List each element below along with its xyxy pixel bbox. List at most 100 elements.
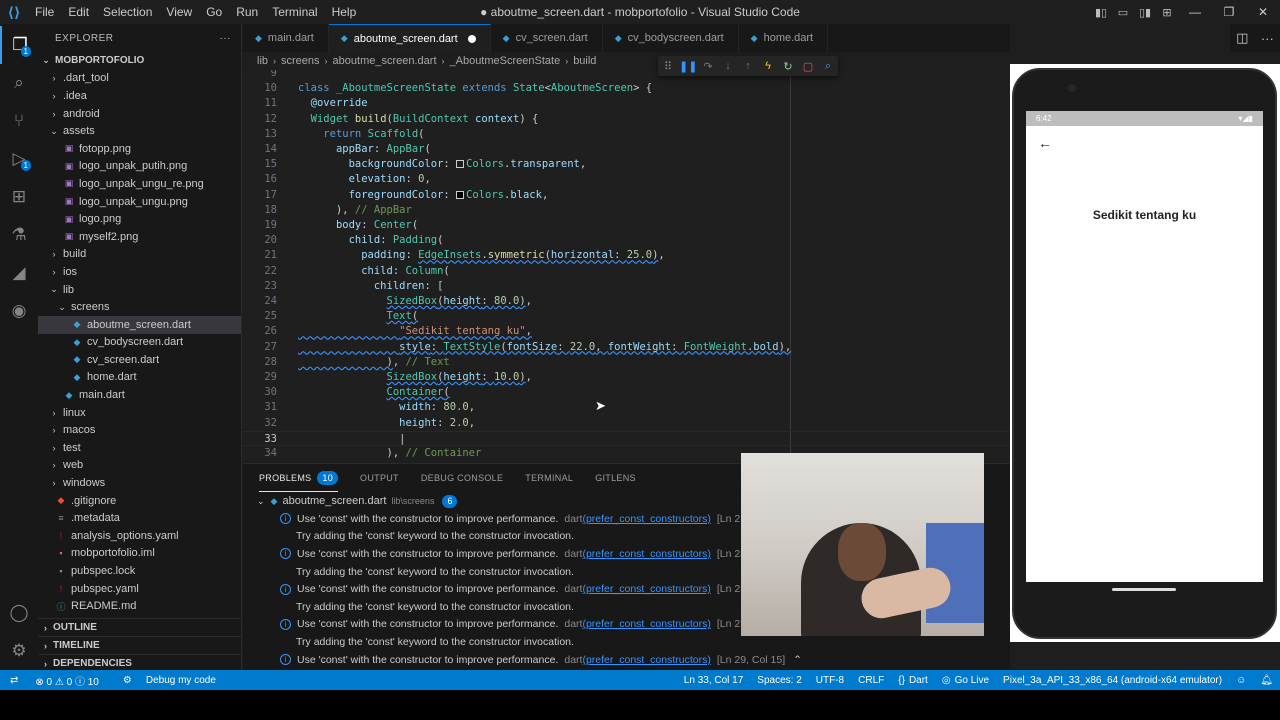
settings-gear-icon[interactable]: ⚙ xyxy=(0,632,38,670)
folder-item[interactable]: › linux xyxy=(38,404,241,422)
menu-edit[interactable]: Edit xyxy=(61,0,96,24)
code-line[interactable]: 31 width: 80.0, xyxy=(243,400,1010,415)
folder-item[interactable]: › ios xyxy=(38,263,241,281)
code-line[interactable]: 15 backgroundColor: Colors.transparent, xyxy=(243,157,1010,172)
file-item[interactable]: ▣ logo_unpak_putih.png xyxy=(38,158,241,176)
minimize-icon[interactable]: — xyxy=(1178,5,1212,19)
language-mode[interactable]: {} Dart xyxy=(891,675,935,686)
problem-code-link[interactable]: (prefer_const_constructors) xyxy=(582,583,710,595)
file-item[interactable]: ▣ logo.png xyxy=(38,210,241,228)
notifications-icon[interactable]: 🔔︎ xyxy=(1253,675,1280,686)
account-icon[interactable]: ◯ xyxy=(0,594,38,632)
outline-section[interactable]: › OUTLINE xyxy=(38,618,242,636)
tab-home-dart[interactable]: ◆ home.dart xyxy=(739,24,829,52)
file-item[interactable]: ◆ .gitignore xyxy=(38,492,241,510)
phone-home-indicator[interactable] xyxy=(1112,588,1176,591)
inspector-icon[interactable]: ⌕ xyxy=(819,60,837,73)
tab-cv-screen-dart[interactable]: ◆ cv_screen.dart xyxy=(491,24,603,52)
folder-item[interactable]: › windows xyxy=(38,474,241,492)
tab-terminal[interactable]: TERMINAL xyxy=(525,464,573,492)
customize-layout-icon[interactable]: ⊞ xyxy=(1156,6,1178,19)
toggle-sidebar-icon[interactable]: ▮▯ xyxy=(1090,6,1112,19)
menu-help[interactable]: Help xyxy=(325,0,364,24)
folder-item[interactable]: › macos xyxy=(38,421,241,439)
file-item[interactable]: ! analysis_options.yaml xyxy=(38,527,241,545)
end-of-line[interactable]: CRLF xyxy=(851,675,891,686)
menu-go[interactable]: Go xyxy=(199,0,229,24)
search-icon[interactable]: ⌕ xyxy=(0,64,38,102)
device-selector[interactable]: Pixel_3a_API_33_x86_64 (android-x64 emul… xyxy=(996,675,1229,686)
breadcrumb-screens[interactable]: screens xyxy=(281,55,320,67)
toggle-panel-icon[interactable]: ▭ xyxy=(1112,6,1134,19)
code-line[interactable]: 18 ), // AppBar xyxy=(243,203,1010,218)
code-line[interactable]: 25 Text( xyxy=(243,309,1010,324)
code-line[interactable]: 9 xyxy=(243,70,1010,81)
folder-item[interactable]: › .dart_tool xyxy=(38,70,241,88)
tab-aboutme-screen-dart[interactable]: ◆ aboutme_screen.dart xyxy=(328,24,491,52)
extensions-icon[interactable]: ⊞ xyxy=(0,178,38,216)
step-out-icon[interactable]: ↑ xyxy=(739,60,757,72)
feedback-icon[interactable]: ☺ xyxy=(1229,675,1253,686)
explorer-icon[interactable]: ❐ 1 xyxy=(0,26,38,64)
code-line[interactable]: 32 height: 2.0, xyxy=(243,416,1010,431)
file-item[interactable]: ▣ logo_unpak_ungu.png xyxy=(38,193,241,211)
file-item[interactable]: ▣ myself2.png xyxy=(38,228,241,246)
menu-view[interactable]: View xyxy=(159,0,199,24)
gitlens-icon[interactable]: ◉ xyxy=(0,292,38,330)
tab-main-dart[interactable]: ◆ main.dart xyxy=(243,24,329,52)
folder-item[interactable]: ⌄ assets xyxy=(38,122,241,140)
problem-code-link[interactable]: (prefer_const_constructors) xyxy=(582,618,710,630)
tab-gitlens[interactable]: GITLENS xyxy=(595,464,636,492)
chevron-up-icon[interactable]: ⌃ xyxy=(793,654,802,666)
folder-item[interactable]: › build xyxy=(38,246,241,264)
flutter-icon[interactable]: ◢ xyxy=(0,254,38,292)
folder-item[interactable]: › .idea xyxy=(38,87,241,105)
problems-status[interactable]: ⊗ 0 ⚠ 0 ⓘ 10 xyxy=(28,673,105,688)
code-line[interactable]: 33 | xyxy=(243,430,1010,446)
file-item[interactable]: ◆ home.dart xyxy=(38,369,241,387)
menu-file[interactable]: File xyxy=(28,0,61,24)
breadcrumb-lib[interactable]: lib xyxy=(257,55,268,67)
stop-icon[interactable]: ▢ xyxy=(799,60,817,73)
code-line[interactable]: 19 body: Center( xyxy=(243,218,1010,233)
step-into-icon[interactable]: ↓ xyxy=(719,60,737,72)
file-item[interactable]: ▪ mobportofolio.iml xyxy=(38,545,241,563)
hot-reload-icon[interactable]: ϟ xyxy=(759,60,777,72)
code-line[interactable]: 29 SizedBox(height: 10.0), xyxy=(243,370,1010,385)
file-item[interactable]: ◆ main.dart xyxy=(38,386,241,404)
folder-item[interactable]: › web xyxy=(38,457,241,475)
pause-icon[interactable]: ❚❚ xyxy=(679,60,697,73)
code-line[interactable]: 16 elevation: 0, xyxy=(243,172,1010,187)
problem-code-link[interactable]: (prefer_const_constructors) xyxy=(582,548,710,560)
more-actions-icon[interactable]: ··· xyxy=(1261,31,1274,46)
source-control-icon[interactable]: ⑂ xyxy=(0,102,38,140)
folder-item[interactable]: ⌄ lib xyxy=(38,281,241,299)
restore-icon[interactable]: ❐ xyxy=(1212,5,1246,19)
file-item[interactable]: ◆ cv_bodyscreen.dart xyxy=(38,334,241,352)
code-editor[interactable]: ➤ 9 10 class _AboutmeScreenState extends S… xyxy=(243,70,1010,462)
testing-icon[interactable]: ⚗ xyxy=(0,216,38,254)
code-line[interactable]: 24 SizedBox(height: 80.0), xyxy=(243,294,1010,309)
problem-code-link[interactable]: (prefer_const_constructors) xyxy=(582,654,710,666)
explorer-more-icon[interactable]: ··· xyxy=(220,33,232,44)
file-item[interactable]: ◆ aboutme_screen.dart xyxy=(38,315,241,334)
code-line[interactable]: 23 children: [ xyxy=(243,279,1010,294)
breadcrumb-file[interactable]: aboutme_screen.dart xyxy=(333,55,437,67)
timeline-section[interactable]: › TIMELINE xyxy=(38,636,242,654)
unsaved-dot-icon[interactable] xyxy=(467,34,476,43)
code-line[interactable]: 27 style: TextStyle(fontSize: 22.0, font… xyxy=(243,340,1010,355)
code-line[interactable]: 28 ), // Text xyxy=(243,355,1010,370)
problem-item[interactable]: i Use 'const' with the constructor to imp… xyxy=(243,651,1010,669)
code-line[interactable]: 12 Widget build(BuildContext context) { xyxy=(243,112,1010,127)
problem-code-link[interactable]: (prefer_const_constructors) xyxy=(582,513,710,525)
toggle-secondary-sidebar-icon[interactable]: ▯▮ xyxy=(1134,6,1156,19)
code-line[interactable]: 13 return Scaffold( xyxy=(243,127,1010,142)
split-editor-icon[interactable]: ◫ xyxy=(1236,30,1248,46)
file-item[interactable]: ◆ cv_screen.dart xyxy=(38,351,241,369)
file-item[interactable]: ▪ pubspec.lock xyxy=(38,562,241,580)
folder-item[interactable]: › android xyxy=(38,105,241,123)
phone-screen[interactable]: 6:42 ▾◢▮ ← Sedikit tentang ku xyxy=(1026,111,1263,582)
code-line[interactable]: 17 foregroundColor: Colors.black, xyxy=(243,188,1010,203)
file-item[interactable]: ! pubspec.yaml xyxy=(38,580,241,598)
file-item[interactable]: ≡ .metadata xyxy=(38,509,241,527)
